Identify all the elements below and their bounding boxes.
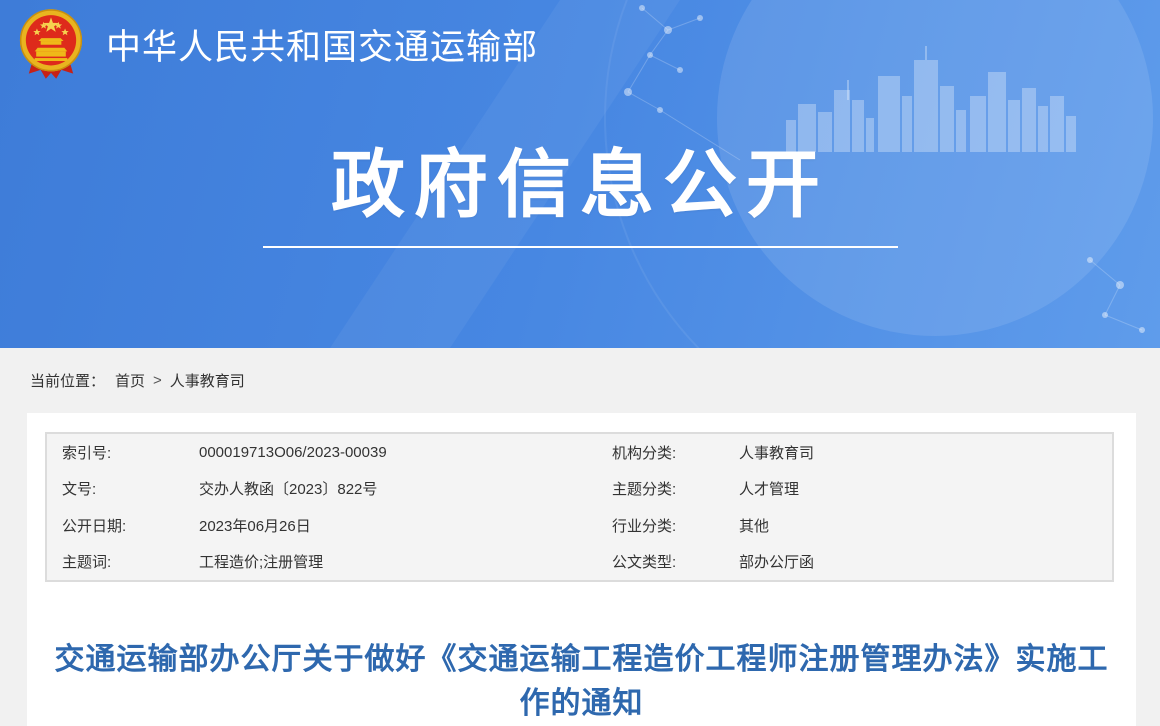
meta-value: 人事教育司 [739, 442, 1112, 463]
meta-row-date: 公开日期: 2023年06月26日 行业分类: 其他 [47, 507, 1112, 544]
meta-value: 2023年06月26日 [199, 515, 612, 536]
meta-label: 行业分类: [612, 515, 739, 536]
breadcrumb-separator: > [153, 372, 162, 389]
meta-label: 主题分类: [612, 478, 739, 499]
meta-value: 000019713O06/2023-00039 [199, 444, 612, 461]
meta-row-docnumber: 文号: 交办人教函〔2023〕822号 主题分类: 人才管理 [47, 471, 1112, 508]
meta-label: 主题词: [62, 551, 199, 572]
meta-label: 公开日期: [62, 515, 199, 536]
meta-label: 公文类型: [612, 551, 739, 572]
site-name[interactable]: 中华人民共和国交通运输部 [106, 19, 538, 70]
national-emblem-icon [14, 6, 88, 82]
meta-value: 其他 [739, 515, 1112, 536]
meta-row-index: 索引号: 000019713O06/2023-00039 机构分类: 人事教育司 [47, 434, 1112, 471]
title-underline [263, 246, 898, 248]
breadcrumb: 当前位置： 首页 > 人事教育司 [0, 348, 1160, 413]
site-banner: 中华人民共和国交通运输部 政府信息公开 [0, 0, 1160, 348]
page-title: 政府信息公开 [0, 148, 1160, 222]
document-meta-panel: 索引号: 000019713O06/2023-00039 机构分类: 人事教育司… [45, 432, 1114, 582]
skyline-silhouette [786, 46, 1076, 152]
meta-label: 索引号: [62, 442, 199, 463]
breadcrumb-section-link[interactable]: 人事教育司 [170, 370, 245, 391]
meta-row-keywords: 主题词: 工程造价;注册管理 公文类型: 部办公厅函 [47, 544, 1112, 581]
breadcrumb-label: 当前位置： [30, 370, 105, 391]
content-container: 索引号: 000019713O06/2023-00039 机构分类: 人事教育司… [27, 413, 1136, 726]
meta-value: 部办公厅函 [739, 551, 1112, 572]
meta-label: 机构分类: [612, 442, 739, 463]
meta-label: 文号: [62, 478, 199, 499]
meta-value: 交办人教函〔2023〕822号 [199, 478, 612, 499]
meta-value: 人才管理 [739, 478, 1112, 499]
breadcrumb-home-link[interactable]: 首页 [115, 370, 145, 391]
meta-value: 工程造价;注册管理 [199, 551, 612, 572]
document-title: 交通运输部办公厅关于做好《交通运输工程造价工程师注册管理办法》实施工作的通知 [50, 638, 1114, 726]
